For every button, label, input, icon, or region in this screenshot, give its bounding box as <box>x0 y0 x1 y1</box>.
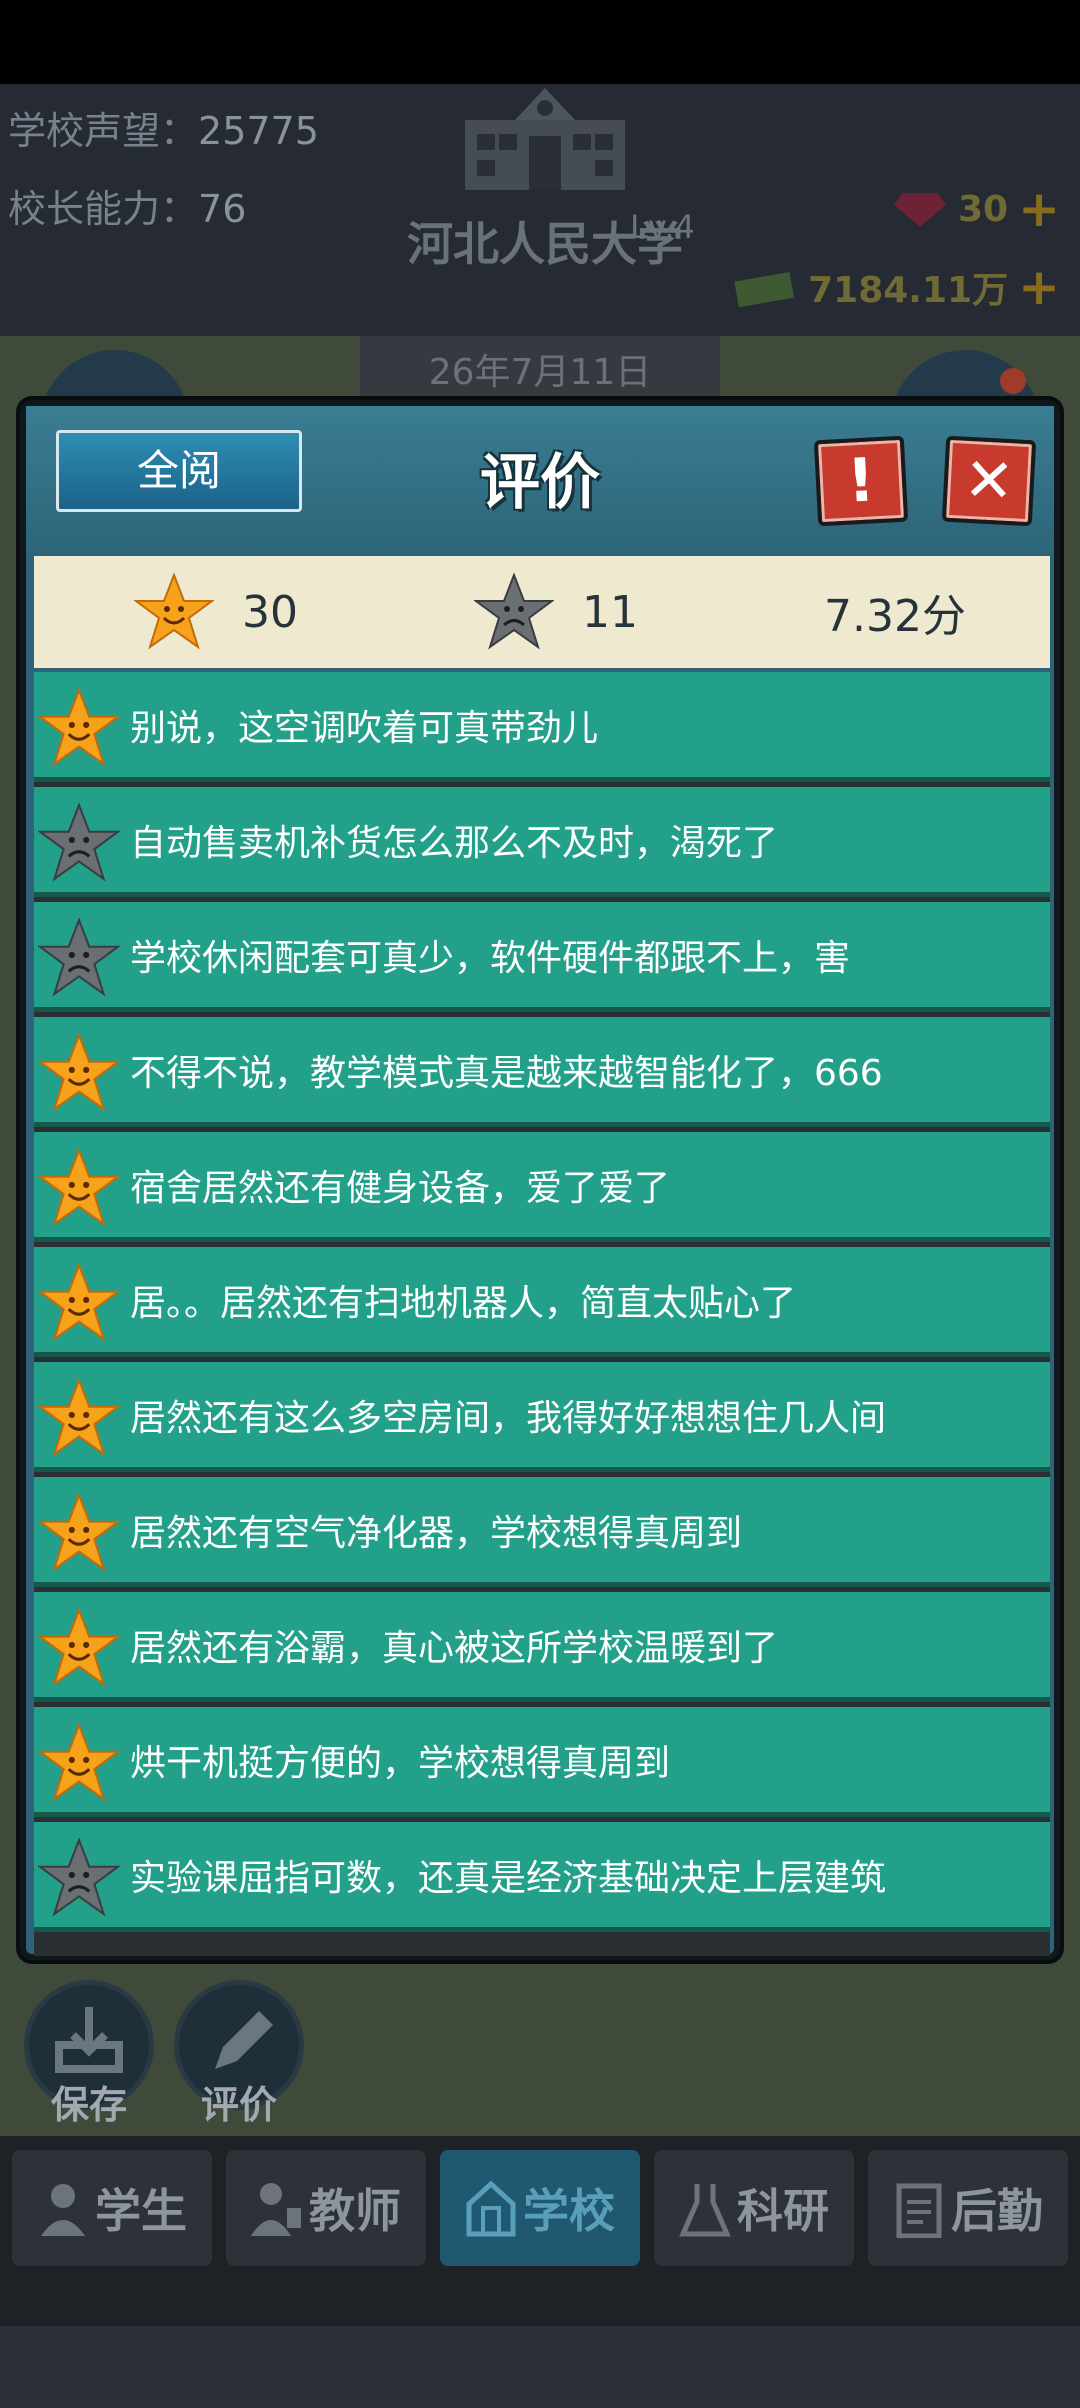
happy-star-icon <box>38 1263 120 1342</box>
review-text: 宿舍居然还有健身设备，爱了爱了 <box>130 1167 671 1209</box>
tab-label: 学生 <box>95 2184 187 2238</box>
school-building-icon <box>465 88 625 190</box>
review-row[interactable]: 居。。居然还有扫地机器人，简直太贴心了 <box>34 1247 1050 1357</box>
school-icon <box>466 2180 516 2237</box>
student-icon <box>41 2184 85 2236</box>
close-button[interactable]: ✕ <box>941 435 1037 527</box>
happy-star-icon <box>38 1723 120 1802</box>
review-row[interactable]: 不得不说，教学模式真是越来越智能化了，666 <box>34 1017 1050 1127</box>
review-text: 居然还有这么多空房间，我得好好想想住几人间 <box>130 1397 887 1439</box>
bad-count: 11 <box>582 586 638 638</box>
tab-logistics[interactable]: 后勤 <box>868 2150 1068 2266</box>
notification-dot <box>1000 368 1026 394</box>
reputation-value: 25775 <box>198 109 319 153</box>
review-text: 烘干机挺方便的，学校想得真周到 <box>130 1742 671 1784</box>
tab-research[interactable]: 科研 <box>654 2150 854 2266</box>
happy-star-icon <box>134 573 214 650</box>
money-row: 7184.11万 + <box>720 248 1060 326</box>
score-value: 7.32分 <box>824 591 966 642</box>
review-text: 自动售卖机补货怎么那么不及时，渴死了 <box>130 822 779 864</box>
tab-label: 教师 <box>309 2184 401 2238</box>
tab-label: 科研 <box>737 2184 829 2238</box>
happy-star-icon <box>38 1493 120 1572</box>
tab-school[interactable]: 学校 <box>440 2150 640 2266</box>
ability-value: 76 <box>198 187 247 231</box>
review-row[interactable]: 实验课屈指可数，还真是经济基础决定上层建筑 <box>34 1822 1050 1932</box>
tab-teachers[interactable]: 教师 <box>226 2150 426 2266</box>
review-row[interactable]: 学校休闲配套可真少，软件硬件都跟不上，害 <box>34 902 1050 1012</box>
review-text: 别说，这空调吹着可真带劲儿 <box>130 707 599 749</box>
sad-star-icon <box>474 573 554 650</box>
review-text: 居然还有空气净化器，学校想得真周到 <box>130 1512 743 1554</box>
resources: 30 + 7184.11万 + <box>720 170 1060 326</box>
ability-label: 校长能力： <box>8 187 199 231</box>
gem-icon <box>893 193 946 227</box>
sad-star-icon <box>38 1838 120 1917</box>
happy-star-icon <box>38 1148 120 1227</box>
happy-star-icon <box>38 1033 120 1112</box>
ability-row: 校长能力：76 <box>8 170 319 248</box>
bad-summary: 11 <box>474 573 638 651</box>
gems-row: 30 + <box>720 170 1060 248</box>
review-text: 实验课屈指可数，还真是经济基础决定上层建筑 <box>130 1857 887 1899</box>
clipboard-icon <box>896 2183 942 2238</box>
reputation-label: 学校声望： <box>8 109 199 153</box>
review-text: 居然还有浴霸，真心被这所学校温暖到了 <box>130 1627 779 1669</box>
exclamation-icon: ! <box>845 445 877 517</box>
review-row[interactable]: 烘干机挺方便的，学校想得真周到 <box>34 1707 1050 1817</box>
tab-label: 后勤 <box>951 2184 1043 2238</box>
review-text: 学校休闲配套可真少，软件硬件都跟不上，害 <box>130 937 851 979</box>
sad-star-icon <box>38 803 120 882</box>
review-text: 居。。居然还有扫地机器人，简直太贴心了 <box>130 1282 797 1324</box>
bottom-tab-bar: 学生 教师 学校 科研 后勤 <box>0 2136 1080 2326</box>
flask-icon <box>679 2184 731 2237</box>
save-label: 保存 <box>50 2083 127 2127</box>
gems-value: 30 <box>957 188 1009 230</box>
hud-stats: 学校声望：25775 校长能力：76 <box>8 92 319 248</box>
date-display: 26年7月11日 <box>360 336 720 410</box>
review-row[interactable]: 别说，这空调吹着可真带劲儿 <box>34 672 1050 782</box>
add-money-icon[interactable]: + <box>1018 258 1060 316</box>
good-summary: 30 <box>134 573 298 651</box>
money-value: 7184.11万 <box>808 270 1009 311</box>
review-label: 评价 <box>200 2083 277 2127</box>
happy-star-icon <box>38 1608 120 1687</box>
teacher-icon <box>251 2183 301 2236</box>
close-icon: ✕ <box>962 444 1016 518</box>
cash-icon <box>734 271 795 307</box>
system-nav-bar <box>0 2326 1080 2408</box>
review-row[interactable]: 居然还有浴霸，真心被这所学校温暖到了 <box>34 1592 1050 1702</box>
review-row[interactable]: 自动售卖机补货怎么那么不及时，渴死了 <box>34 787 1050 897</box>
reputation-row: 学校声望：25775 <box>8 92 319 170</box>
review-row[interactable]: 宿舍居然还有健身设备，爱了爱了 <box>34 1132 1050 1242</box>
tab-label: 学校 <box>523 2184 615 2238</box>
school-header: Lv.4 河北人民大学 <box>380 80 710 320</box>
happy-star-icon <box>38 688 120 767</box>
rating-summary: 30 11 7.32分 <box>34 556 1050 668</box>
review-dialog: 全阅 评价 ! ✕ 30 11 7.32分 别说，这空调吹着可真带劲儿 自动售卖… <box>20 400 1060 1960</box>
status-bar <box>0 0 1080 84</box>
add-gems-icon[interactable]: + <box>1018 180 1060 238</box>
score-summary: 7.32分 <box>824 580 966 644</box>
school-level: Lv.4 <box>630 208 695 246</box>
info-button[interactable]: ! <box>813 435 909 527</box>
tab-students[interactable]: 学生 <box>12 2150 212 2266</box>
sad-star-icon <box>38 918 120 997</box>
happy-star-icon <box>38 1378 120 1457</box>
review-row[interactable]: 居然还有这么多空房间，我得好好想想住几人间 <box>34 1362 1050 1472</box>
review-text: 不得不说，教学模式真是越来越智能化了，666 <box>130 1052 883 1094</box>
review-row[interactable]: 居然还有空气净化器，学校想得真周到 <box>34 1477 1050 1587</box>
good-count: 30 <box>242 586 298 638</box>
review-list[interactable]: 别说，这空调吹着可真带劲儿自动售卖机补货怎么那么不及时，渴死了学校休闲配套可真少… <box>34 672 1050 1956</box>
